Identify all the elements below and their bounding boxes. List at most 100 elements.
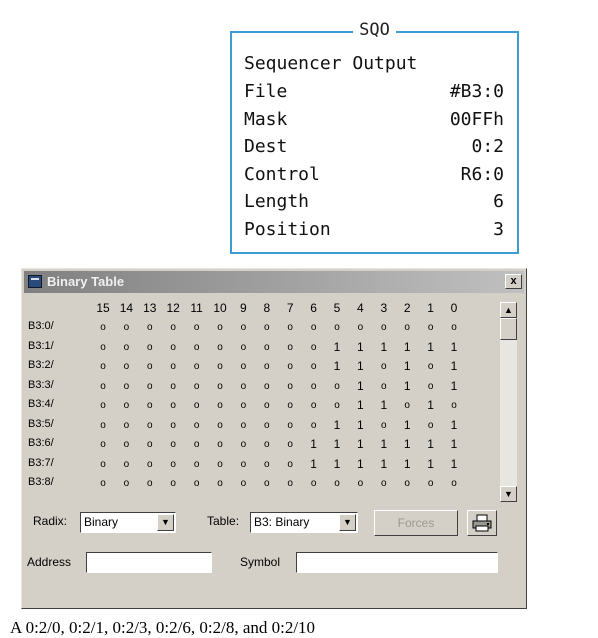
bit-cell[interactable]: o (373, 478, 395, 489)
bit-cell[interactable]: o (326, 322, 348, 333)
symbol-field[interactable] (296, 552, 498, 573)
bit-cell[interactable]: o (303, 420, 325, 431)
bit-cell[interactable]: o (186, 439, 208, 450)
bit-cell[interactable]: o (420, 420, 442, 431)
bit-cell[interactable]: o (303, 381, 325, 392)
bit-cell[interactable]: o (256, 420, 278, 431)
bit-cell[interactable]: 1 (443, 379, 465, 393)
bit-cell[interactable]: o (115, 439, 137, 450)
bit-cell[interactable]: o (186, 400, 208, 411)
scroll-up-icon[interactable]: ▲ (500, 302, 517, 318)
bit-cell[interactable]: o (279, 439, 301, 450)
bit-cell[interactable]: o (232, 361, 254, 372)
bit-cell[interactable]: o (115, 322, 137, 333)
bit-cell[interactable]: o (256, 400, 278, 411)
bit-cell[interactable]: o (256, 459, 278, 470)
bit-cell[interactable]: o (115, 478, 137, 489)
bit-cell[interactable]: o (396, 322, 418, 333)
bit-cell[interactable]: o (256, 342, 278, 353)
bit-cell[interactable]: o (232, 400, 254, 411)
forces-button[interactable]: Forces (374, 510, 458, 536)
bit-cell[interactable]: o (209, 439, 231, 450)
print-button[interactable] (467, 510, 497, 536)
bit-cell[interactable]: o (162, 439, 184, 450)
bit-cell[interactable]: o (279, 400, 301, 411)
bit-cell[interactable]: o (115, 459, 137, 470)
bit-cell[interactable]: o (186, 322, 208, 333)
bit-cell[interactable]: o (443, 478, 465, 489)
bit-cell[interactable]: o (443, 400, 465, 411)
bit-cell[interactable]: o (139, 342, 161, 353)
bit-cell[interactable]: 1 (303, 437, 325, 451)
bit-cell[interactable]: o (139, 361, 161, 372)
bit-cell[interactable]: o (256, 478, 278, 489)
bit-cell[interactable]: o (162, 400, 184, 411)
radix-select[interactable]: Binary ▼ (80, 512, 176, 533)
bit-cell[interactable]: o (303, 322, 325, 333)
bit-cell[interactable]: 1 (420, 398, 442, 412)
bit-cell[interactable]: 1 (420, 437, 442, 451)
bit-cell[interactable]: o (232, 459, 254, 470)
bit-cell[interactable]: o (232, 381, 254, 392)
bit-cell[interactable]: o (396, 400, 418, 411)
bit-cell[interactable]: 1 (396, 379, 418, 393)
bit-cell[interactable]: o (162, 361, 184, 372)
bit-cell[interactable]: o (139, 478, 161, 489)
bit-cell[interactable]: o (115, 361, 137, 372)
bit-cell[interactable]: 1 (396, 359, 418, 373)
bit-cell[interactable]: 1 (420, 457, 442, 471)
bit-cell[interactable]: o (186, 478, 208, 489)
bit-cell[interactable]: o (326, 400, 348, 411)
bit-cell[interactable]: o (92, 322, 114, 333)
bit-cell[interactable]: o (139, 322, 161, 333)
bit-cell[interactable]: o (209, 478, 231, 489)
title-bar[interactable]: Binary Table x (24, 271, 524, 293)
bit-cell[interactable]: o (92, 361, 114, 372)
bit-cell[interactable]: 1 (443, 418, 465, 432)
bit-cell[interactable]: 1 (443, 359, 465, 373)
bit-cell[interactable]: 1 (326, 418, 348, 432)
bit-cell[interactable]: o (209, 361, 231, 372)
bit-cell[interactable]: o (92, 478, 114, 489)
bit-cell[interactable]: o (420, 381, 442, 392)
bit-cell[interactable]: o (373, 361, 395, 372)
bit-cell[interactable]: 1 (326, 359, 348, 373)
bit-cell[interactable]: o (209, 342, 231, 353)
bit-cell[interactable]: 1 (443, 457, 465, 471)
bit-cell[interactable]: o (92, 439, 114, 450)
scroll-down-icon[interactable]: ▼ (500, 486, 517, 502)
bit-cell[interactable]: o (232, 342, 254, 353)
bit-cell[interactable]: 1 (349, 398, 371, 412)
bit-cell[interactable]: o (279, 381, 301, 392)
bit-cell[interactable]: o (162, 420, 184, 431)
bit-cell[interactable]: o (232, 478, 254, 489)
bit-cell[interactable]: o (373, 322, 395, 333)
bit-cell[interactable]: o (92, 381, 114, 392)
bit-cell[interactable]: 1 (396, 437, 418, 451)
bit-cell[interactable]: o (373, 381, 395, 392)
bit-cell[interactable]: o (115, 400, 137, 411)
bit-cell[interactable]: o (303, 361, 325, 372)
bit-cell[interactable]: o (209, 420, 231, 431)
bit-cell[interactable]: o (139, 400, 161, 411)
bit-cell[interactable]: o (279, 342, 301, 353)
bit-cell[interactable]: o (256, 322, 278, 333)
bit-cell[interactable]: o (139, 381, 161, 392)
bit-cell[interactable]: o (186, 381, 208, 392)
bit-cell[interactable]: o (139, 420, 161, 431)
bit-cell[interactable]: o (162, 459, 184, 470)
bit-cell[interactable]: o (279, 322, 301, 333)
bit-cell[interactable]: o (349, 478, 371, 489)
bit-cell[interactable]: 1 (326, 457, 348, 471)
bit-cell[interactable]: o (115, 420, 137, 431)
bit-cell[interactable]: o (186, 459, 208, 470)
bit-cell[interactable]: 1 (443, 437, 465, 451)
bit-cell[interactable]: o (92, 400, 114, 411)
bit-cell[interactable]: o (209, 459, 231, 470)
bit-cell[interactable]: 1 (443, 340, 465, 354)
bit-cell[interactable]: o (279, 361, 301, 372)
bit-cell[interactable]: o (303, 478, 325, 489)
bit-cell[interactable]: o (232, 439, 254, 450)
bit-cell[interactable]: o (326, 478, 348, 489)
bit-cell[interactable]: o (303, 400, 325, 411)
